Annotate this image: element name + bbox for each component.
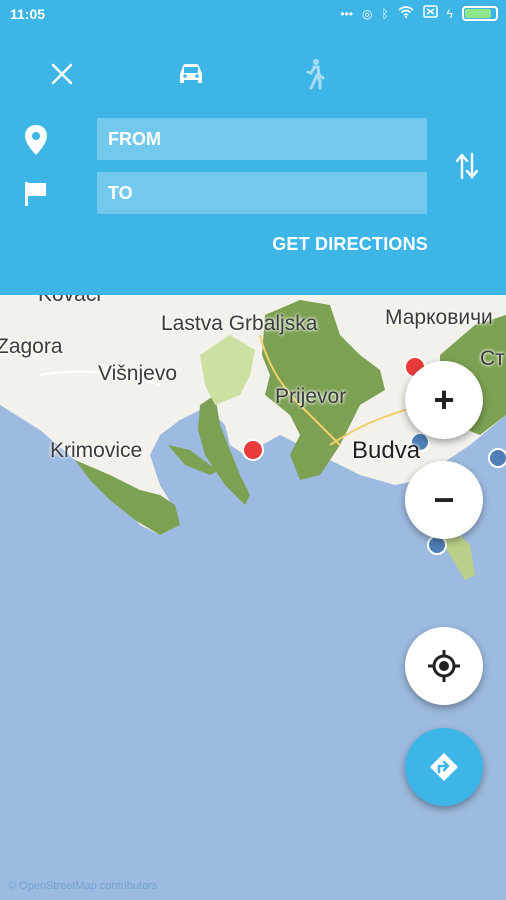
status-bar: 11:05 ••• ◎ ᛒ ϟ [0,0,506,30]
bluetooth-icon: ᛒ [381,6,389,21]
status-time: 11:05 [10,6,46,22]
poi-marker [242,439,264,461]
sync-icon: ◎ [361,6,373,21]
map-label-budva: Budva [352,437,421,464]
car-mode-icon[interactable] [173,58,209,90]
zoom-out-button[interactable]: − [405,461,483,539]
map-label-krimovice: Krimovice [50,439,143,462]
from-field[interactable] [97,118,427,160]
zoom-in-button[interactable]: + [405,361,483,439]
map-attribution[interactable]: © OpenStreetMap contributors [8,880,157,892]
poi-marker [488,448,506,468]
route-panel: GET DIRECTIONS [0,30,506,295]
map-label-kovaci: Kovači [38,295,101,307]
walk-mode-icon[interactable] [297,58,333,90]
map-label-markovici: Марковичи [385,306,493,329]
crosshair-icon [428,650,460,682]
map-label-visnjevo: Višnjevo [98,362,177,385]
to-field[interactable] [97,172,427,214]
status-icons: ••• ◎ ᛒ ϟ [340,5,498,22]
close-icon[interactable] [44,58,80,90]
battery-icon [462,6,498,21]
sim-icon [422,5,438,22]
wifi-icon [398,5,414,22]
origin-pin-icon [18,124,54,156]
charging-icon: ϟ [446,6,453,21]
more-dots-icon: ••• [340,6,353,21]
my-location-button[interactable] [405,627,483,705]
swap-icon[interactable] [449,150,485,182]
destination-flag-icon [18,178,54,210]
map-label-lastva: Lastva Grbaljska [161,312,318,335]
map-label-prijevor: Prijevor [275,385,347,408]
get-directions-button[interactable]: GET DIRECTIONS [262,234,428,264]
map-label-st: Ст [480,347,505,370]
directions-icon [430,753,458,781]
directions-button[interactable] [405,728,483,806]
map-label-zagora: Zagora [0,335,63,358]
